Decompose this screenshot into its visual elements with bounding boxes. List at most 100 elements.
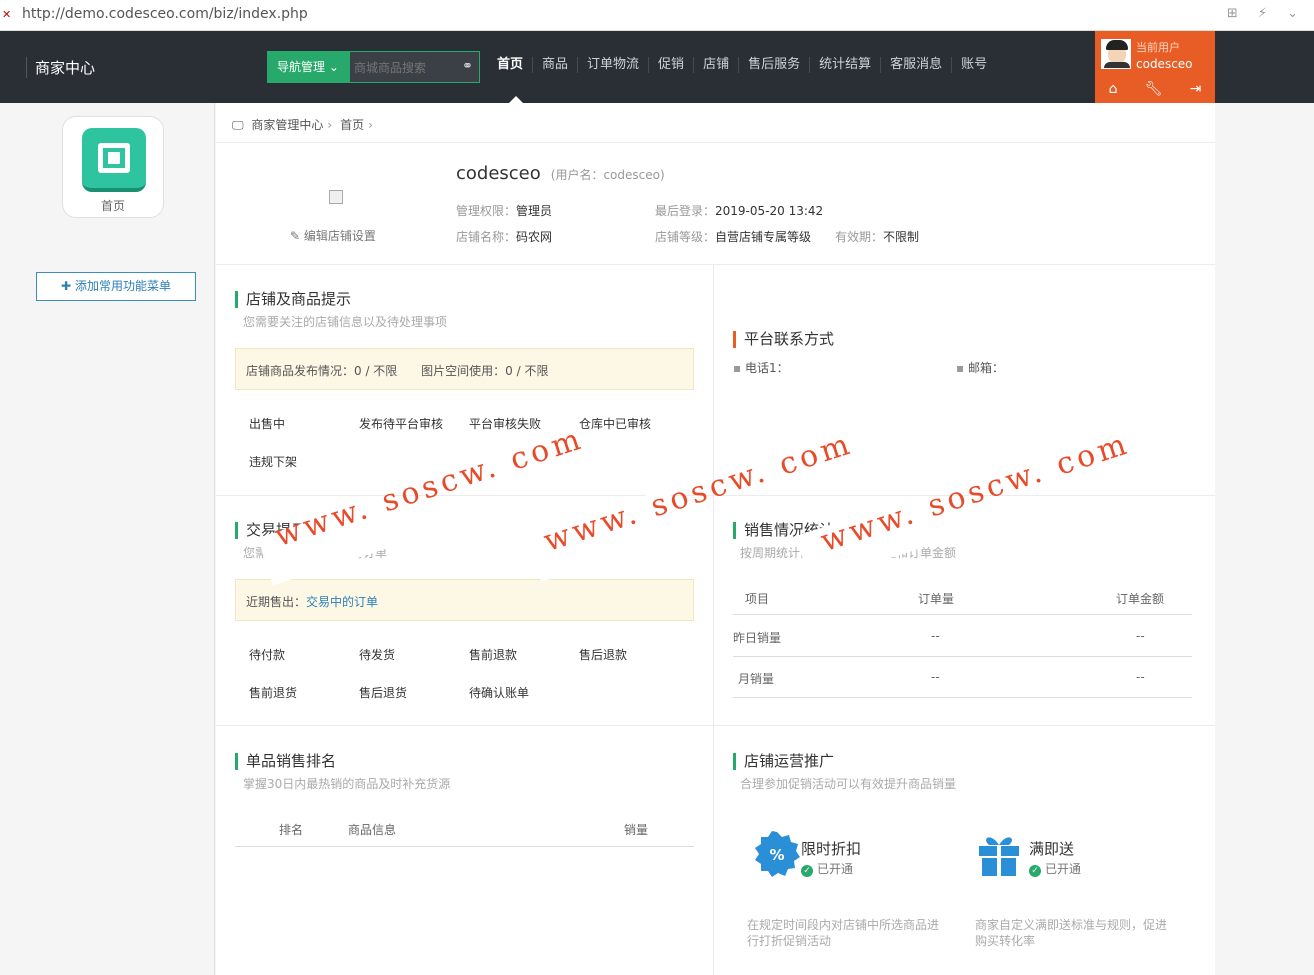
breadcrumb-item-home[interactable]: 首页 <box>340 118 364 132</box>
search-input[interactable] <box>354 59 454 77</box>
trade-pending-shipment[interactable]: 待发货 <box>359 646 395 663</box>
gift-icon <box>979 837 1019 876</box>
user-actions: ⌂ 🔧︎ ⇥ <box>1095 81 1215 97</box>
menu-item-orders[interactable]: 订单物流 <box>577 57 648 73</box>
trade-pending-bill[interactable]: 待确认账单 <box>469 684 529 701</box>
sales-row-amount: -- <box>1136 670 1145 684</box>
tip-warehouse-approved[interactable]: 仓库中已审核 <box>579 415 651 432</box>
goods-publish-status: 店铺商品发布情况：0 / 不限 <box>246 364 398 378</box>
shop-logo-image <box>329 190 343 204</box>
contact-phone: ▪ 电话1： <box>733 361 789 375</box>
sales-subtitle: 按周期统计商家店铺的订单量和订单金额 <box>740 546 957 560</box>
menu-item-goods[interactable]: 商品 <box>532 57 577 73</box>
wrench-icon[interactable]: 🔧︎ <box>1145 81 1163 97</box>
tip-pending-review[interactable]: 发布待平台审核 <box>359 415 443 432</box>
menu-item-promotion[interactable]: 促销 <box>648 57 693 73</box>
trade-presale-return[interactable]: 售前退货 <box>249 684 297 701</box>
promotion-subtitle: 合理参加促销活动可以有效提升商品销量 <box>740 777 957 791</box>
shop-tips-subtitle: 您需要关注的店铺信息以及待处理事项 <box>243 315 448 329</box>
promo-gift-desc: 商家自定义满即送标准与规则，促进购买转化率 <box>975 918 1168 948</box>
brand-title[interactable]: 商家中心 <box>26 57 95 78</box>
ranking-header-rank: 排名 <box>279 823 304 837</box>
shop-profile: ✎ 编辑店铺设置 codesceo (用户名：codesceo) 管理权限：管理员… <box>216 144 1215 265</box>
sales-row-count: -- <box>931 629 940 643</box>
main-menu: 首页 商品 订单物流 促销 店铺 售后服务 统计结算 客服消息 账号 <box>488 57 996 73</box>
plus-icon: ✚ <box>61 279 72 293</box>
trade-subtitle: 您需要立即处理的交易订单 <box>243 546 388 560</box>
trading-orders-link[interactable]: 交易中的订单 <box>306 595 378 609</box>
menu-item-statistics[interactable]: 统计结算 <box>809 57 880 73</box>
url-field[interactable]: http://demo.codesceo.com/biz/index.php <box>22 6 308 22</box>
ranking-title: 单品销售排名 <box>235 753 336 770</box>
trade-aftersale-refund[interactable]: 售后退款 <box>579 646 627 663</box>
recent-sold-label: 近期售出： <box>246 595 307 609</box>
trade-notice: 近期售出：交易中的订单 <box>235 579 694 621</box>
ranking-header-sales: 销量 <box>624 823 649 837</box>
check-icon: ✓ <box>801 865 813 877</box>
logout-icon[interactable]: ⇥ <box>1190 81 1202 97</box>
sales-row-count: -- <box>931 670 940 684</box>
sales-row-label: 月销量 <box>738 672 775 686</box>
promo-gift-status: ✓ 已开通 <box>1029 860 1081 877</box>
sales-header-item: 项目 <box>745 592 770 606</box>
home-shortcut[interactable]: 首页 <box>62 116 164 218</box>
trade-title: 交易提示 <box>235 522 306 539</box>
shop-tips-notice: 店铺商品发布情况：0 / 不限 图片空间使用：0 / 不限 <box>235 348 694 390</box>
trade-presale-refund[interactable]: 售前退款 <box>469 646 517 663</box>
user-box: 当前用户 codesceo ⌂ 🔧︎ ⇥ <box>1095 31 1215 103</box>
add-common-menu-button[interactable]: ✚ 添加常用功能菜单 <box>36 272 196 301</box>
breadcrumb-item-center[interactable]: 商家管理中心 <box>251 118 323 132</box>
promo-discount-desc: 在规定时间段内对店铺中所选商品进行打折促销活动 <box>747 918 940 948</box>
sales-header-count: 订单量 <box>918 592 955 606</box>
ranking-header-goods: 商品信息 <box>348 823 397 837</box>
menu-item-aftersale[interactable]: 售后服务 <box>738 57 809 73</box>
shop-name-value: 码农网 <box>516 230 553 244</box>
contact-title: 平台联系方式 <box>733 331 834 348</box>
current-username: codesceo <box>1136 57 1193 71</box>
trade-pending-payment[interactable]: 待付款 <box>249 646 285 663</box>
shop-owner-name: codesceo (用户名：codesceo) <box>456 163 665 184</box>
permission-value: 管理员 <box>516 204 553 218</box>
menu-item-account[interactable]: 账号 <box>951 57 996 73</box>
home-shortcut-label: 首页 <box>100 199 125 213</box>
promotion-title: 店铺运营推广 <box>733 753 834 770</box>
home-icon[interactable]: ⌂ <box>1109 81 1118 97</box>
active-menu-caret <box>509 96 523 103</box>
promo-card-gift[interactable]: 满即送 ✓ 已开通 商家自定义满即送标准与规则，促进购买转化率 <box>961 810 1189 968</box>
promo-discount-name: 限时折扣 <box>801 840 862 858</box>
menu-item-service[interactable]: 客服消息 <box>880 57 951 73</box>
left-sidebar: 首页 ✚ 添加常用功能菜单 <box>0 103 215 975</box>
monitor-icon: 🖵︎ <box>232 118 244 132</box>
promo-card-discount[interactable]: % 限时折扣 ✓ 已开通 在规定时间段内对店铺中所选商品进行打折促销活动 <box>733 810 961 968</box>
sales-row-label: 昨日销量 <box>733 631 782 645</box>
permission-line: 管理权限：管理员 <box>456 204 553 218</box>
search-box: ⚭ <box>349 51 480 83</box>
tip-review-failed[interactable]: 平台审核失败 <box>469 415 541 432</box>
sales-header-amount: 订单金额 <box>1116 592 1165 606</box>
edit-shop-settings-link[interactable]: ✎ 编辑店铺设置 <box>290 227 376 244</box>
shop-name-line: 店铺名称：码农网 <box>456 230 553 244</box>
trade-aftersale-return[interactable]: 售后退货 <box>359 684 407 701</box>
check-icon: ✓ <box>1029 865 1041 877</box>
last-login-value: 2019-05-20 13:42 <box>715 204 824 218</box>
browser-tool-icons[interactable]: ⊞ ⚡ ⌄ <box>1227 6 1306 21</box>
sales-row-amount: -- <box>1136 629 1145 643</box>
menu-item-shop[interactable]: 店铺 <box>693 57 738 73</box>
nav-manage-button[interactable]: 导航管理 ⌄ <box>267 51 349 83</box>
sales-title: 销售情况统计 <box>733 522 834 539</box>
shop-level-line: 店铺等级：自营店铺专属等级 <box>655 230 812 244</box>
promo-discount-status: ✓ 已开通 <box>801 860 853 877</box>
avatar[interactable] <box>1101 39 1131 69</box>
tip-violation-removed[interactable]: 违规下架 <box>249 453 297 470</box>
binoculars-search-icon[interactable]: ⚭ <box>462 59 473 74</box>
image-space-usage: 图片空间使用：0 / 不限 <box>421 364 549 378</box>
main-content: 🖵︎ 商家管理中心 › 首页 › ✎ 编辑店铺设置 codesceo (用户名：cod… <box>216 103 1215 975</box>
validity-line: 有效期：不限制 <box>835 230 920 244</box>
last-login-line: 最后登录：2019-05-20 13:42 <box>655 204 824 218</box>
row-divider <box>216 725 1215 726</box>
menu-item-home[interactable]: 首页 <box>488 57 532 73</box>
row-divider <box>216 495 1215 496</box>
nav-manage-label: 导航管理 <box>277 60 326 74</box>
ranking-subtitle: 掌握30日内最热销的商品及时补充货源 <box>243 777 451 791</box>
tip-on-sale[interactable]: 出售中 <box>249 415 285 432</box>
